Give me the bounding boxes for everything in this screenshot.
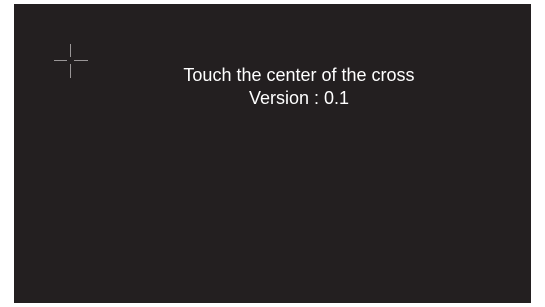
crosshair-icon[interactable] — [54, 44, 88, 78]
instruction-text: Touch the center of the cross — [183, 65, 415, 85]
calibration-message: Touch the center of the cross Version : … — [114, 64, 484, 110]
calibration-screen[interactable]: Touch the center of the cross Version : … — [14, 4, 531, 303]
crosshair-center-gap-vertical — [68, 57, 73, 64]
version-text: Version : 0.1 — [248, 88, 350, 108]
